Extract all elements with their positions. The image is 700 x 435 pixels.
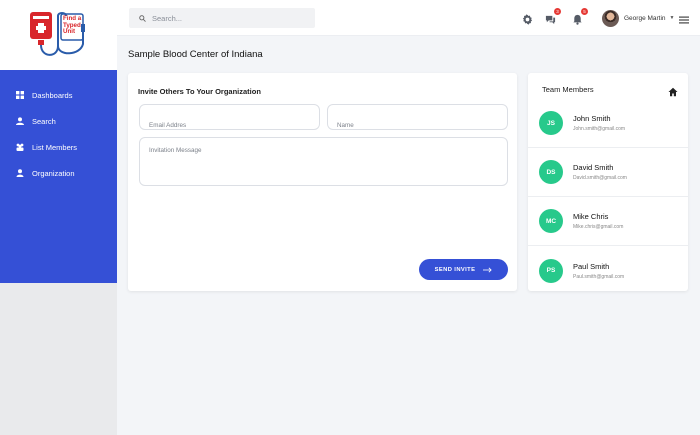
search-icon [139, 14, 146, 22]
avatar [602, 9, 619, 27]
settings-button[interactable] [522, 12, 533, 25]
member-avatar: JS [539, 111, 563, 135]
sidebar-item-label: Organization [32, 168, 75, 178]
member-avatar: PS [539, 258, 563, 283]
list-item[interactable]: DS David Smith David.smith@gmail.com [528, 148, 688, 197]
hamburger-icon [679, 16, 689, 24]
top-header: 3 5 George Martin ▼ [117, 0, 700, 36]
invite-title: Invite Others To Your Organization [138, 87, 261, 96]
list-item[interactable]: MC Mike Chris Mike.chris@gmail.com [528, 197, 688, 246]
member-name: John Smith [573, 114, 611, 123]
sidebar-item-label: Search [32, 116, 56, 126]
member-email: John.smith@gmail.com [573, 126, 626, 132]
message-field-wrapper [139, 137, 508, 186]
person-icon [16, 169, 24, 177]
email-field-wrapper [139, 104, 320, 130]
member-avatar: DS [539, 160, 563, 184]
send-invite-button[interactable]: SEND INVITE [419, 259, 508, 280]
notifications-button[interactable]: 5 [572, 8, 588, 25]
bell-icon [573, 14, 582, 25]
sidebar-item-list-members[interactable]: List Members [0, 134, 117, 160]
members-list: JS John Smith John.smith@gmail.com DS Da… [528, 99, 688, 295]
member-email: David.smith@gmail.com [573, 175, 627, 181]
logo[interactable]: Find a Typed Unit [28, 10, 90, 60]
email-field[interactable] [149, 122, 310, 129]
member-name: David Smith [573, 163, 614, 172]
user-search-icon [16, 117, 24, 125]
member-info: David Smith David.smith@gmail.com [573, 163, 627, 181]
sidebar-item-organization[interactable]: Organization [0, 160, 117, 186]
member-info: Mike Chris Mike.chris@gmail.com [573, 212, 623, 230]
page-title: Sample Blood Center of Indiana [128, 49, 263, 60]
member-avatar: MC [539, 209, 563, 233]
logo-area: Find a Typed Unit [0, 0, 117, 70]
user-menu[interactable]: George Martin ▼ [602, 8, 675, 28]
notifications-badge: 5 [581, 8, 588, 15]
list-item[interactable]: PS Paul Smith Paul.smith@gmail.com [528, 246, 688, 295]
logo-text: Find a Typed Unit [63, 15, 85, 36]
messages-button[interactable]: 3 [545, 8, 561, 25]
invite-card: Invite Others To Your Organization SEND … [128, 73, 517, 291]
sidebar-item-label: List Members [32, 142, 78, 152]
member-info: Paul Smith Paul.smith@gmail.com [573, 262, 624, 280]
member-email: Mike.chris@gmail.com [573, 224, 624, 230]
member-email: Paul.smith@gmail.com [573, 273, 625, 280]
member-name: Mike Chris [573, 212, 609, 221]
gear-icon [522, 14, 533, 25]
search-box [129, 8, 315, 28]
home-icon [668, 87, 678, 97]
user-name: George Martin [624, 14, 666, 22]
sidebar-item-dashboards[interactable]: Dashboards [0, 82, 117, 108]
team-members-card: Team Members JS John Smith John.smith@gm… [528, 73, 688, 291]
arrow-right-icon [483, 267, 493, 272]
sidebar: Find a Typed Unit Dashboards Search List… [0, 0, 117, 435]
sidebar-item-search[interactable]: Search [0, 108, 117, 134]
list-item[interactable]: JS John Smith John.smith@gmail.com [528, 99, 688, 148]
team-title: Team Members [542, 85, 594, 94]
name-field-wrapper [327, 104, 508, 130]
name-field[interactable] [337, 122, 498, 129]
menu-button[interactable] [679, 12, 689, 24]
logo-line-3: Unit [63, 28, 76, 36]
users-icon [16, 143, 24, 151]
member-name: Paul Smith [573, 261, 610, 271]
sidebar-item-label: Dashboards [32, 90, 73, 100]
home-button[interactable] [668, 84, 678, 97]
chat-icon [545, 15, 556, 25]
search-input[interactable] [152, 13, 302, 23]
sidebar-nav: Dashboards Search List Members Organizat… [0, 70, 117, 283]
messages-badge: 3 [554, 8, 561, 15]
grid-icon [16, 91, 24, 99]
invitation-message-field[interactable] [149, 147, 498, 179]
send-invite-label: SEND INVITE [434, 266, 476, 273]
caret-down-icon: ▼ [669, 15, 675, 21]
member-info: John Smith John.smith@gmail.com [573, 114, 625, 132]
